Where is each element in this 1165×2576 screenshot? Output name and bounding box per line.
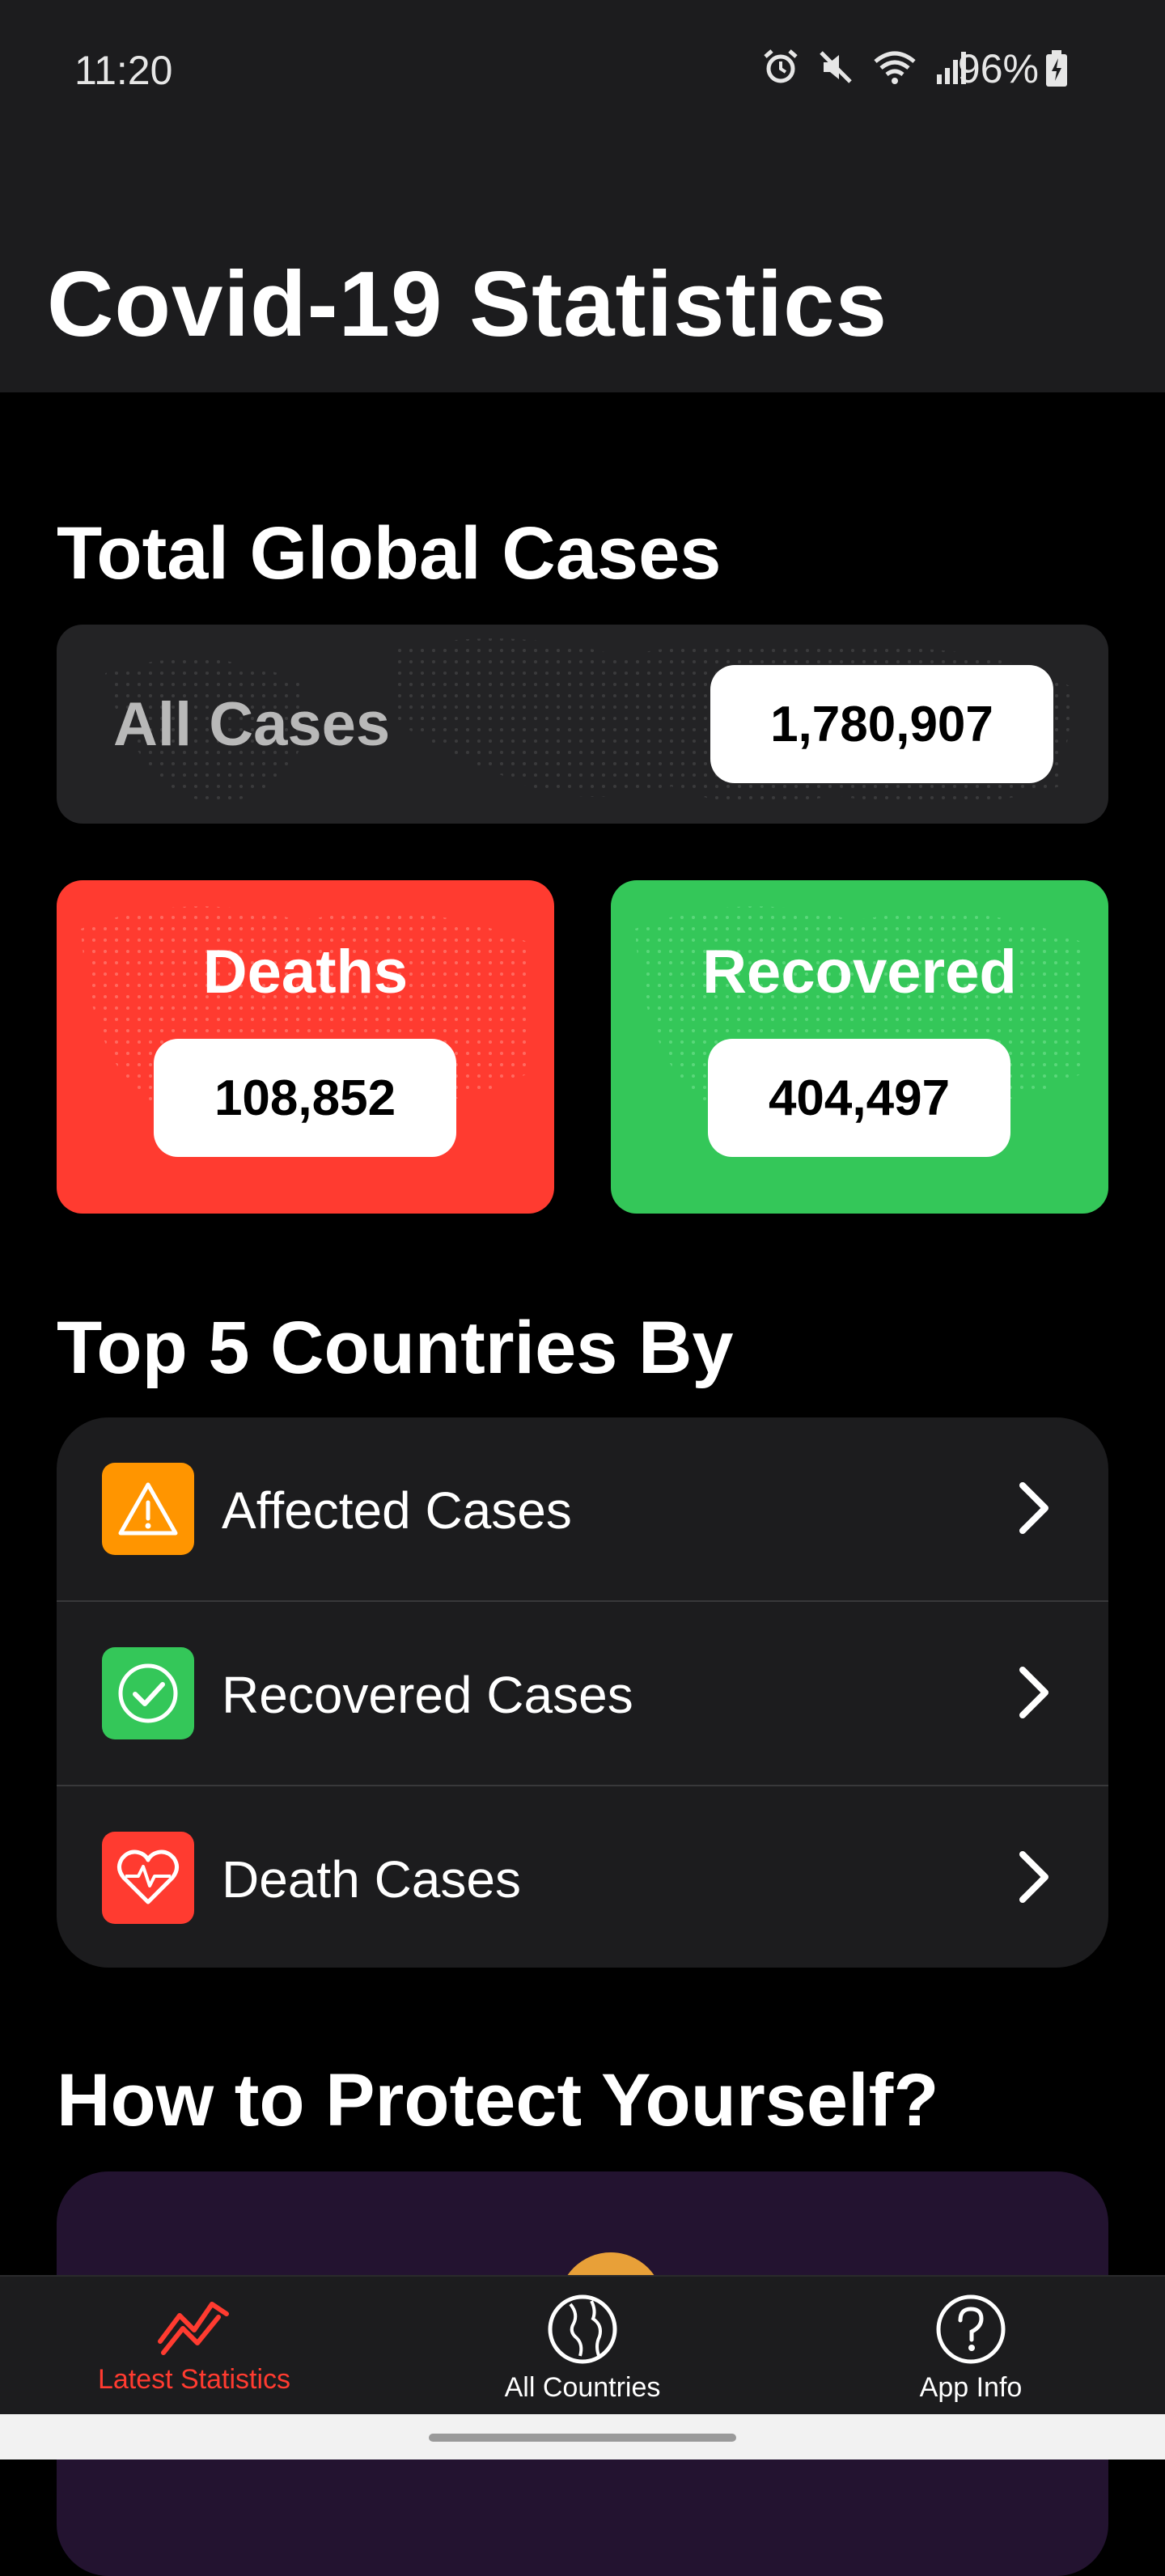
- chevron-right-icon: [1019, 1851, 1048, 1903]
- tab-label: Latest Statistics: [97, 2364, 291, 2395]
- heart-pulse-icon: [102, 1832, 194, 1924]
- all-cases-value: 1,780,907: [710, 665, 1053, 783]
- tab-bar: Latest Statistics All Countries App Info: [0, 2275, 1165, 2416]
- deaths-label: Deaths: [202, 938, 409, 1006]
- mute-icon: [820, 51, 852, 83]
- recovered-label: Recovered: [702, 938, 1017, 1006]
- tab-label: App Info: [919, 2372, 1023, 2403]
- home-indicator-area: [0, 2414, 1165, 2459]
- top5-item-deaths[interactable]: Death Cases: [57, 1786, 1108, 1968]
- page-title: Covid-19 Statistics: [47, 253, 888, 356]
- list-item-label: Death Cases: [222, 1850, 521, 1909]
- chart-line-icon: [158, 2302, 229, 2355]
- status-time: 11:20: [74, 48, 173, 93]
- top5-list: Affected Cases Recovered Cases Death Cas…: [57, 1417, 1108, 1968]
- wifi-icon: [874, 51, 916, 84]
- list-item-label: Recovered Cases: [222, 1666, 633, 1724]
- chevron-right-icon: [1019, 1482, 1048, 1534]
- home-indicator[interactable]: [429, 2434, 736, 2442]
- alarm-icon: [764, 49, 798, 83]
- protect-section-title: How to Protect Yourself?: [57, 2059, 939, 2142]
- battery-charging-icon: [1046, 50, 1067, 87]
- list-item-label: Affected Cases: [222, 1481, 572, 1540]
- warning-icon: [102, 1463, 194, 1555]
- recovered-value: 404,497: [708, 1039, 1010, 1157]
- tab-app-info[interactable]: App Info: [841, 2277, 1100, 2416]
- status-bar: 11:20 96%: [0, 0, 1165, 121]
- battery-status: 96%: [958, 45, 1068, 92]
- check-circle-icon: [102, 1647, 194, 1739]
- question-icon: [936, 2294, 1006, 2364]
- all-cases-card[interactable]: All Cases 1,780,907: [57, 625, 1108, 824]
- globe-icon: [548, 2294, 617, 2364]
- deaths-card[interactable]: Deaths 108,852: [57, 880, 554, 1214]
- top5-section-title: Top 5 Countries By: [57, 1307, 734, 1389]
- tab-latest-statistics[interactable]: Latest Statistics: [65, 2277, 324, 2416]
- top5-item-recovered[interactable]: Recovered Cases: [57, 1602, 1108, 1785]
- tab-label: All Countries: [504, 2372, 661, 2403]
- battery-percent: 96%: [957, 46, 1039, 91]
- tab-all-countries[interactable]: All Countries: [453, 2277, 712, 2416]
- deaths-value: 108,852: [154, 1039, 456, 1157]
- top5-item-affected[interactable]: Affected Cases: [57, 1417, 1108, 1600]
- chevron-right-icon: [1019, 1667, 1048, 1718]
- global-section-title: Total Global Cases: [57, 512, 722, 595]
- recovered-card[interactable]: Recovered 404,497: [611, 880, 1108, 1214]
- all-cases-label: All Cases: [113, 690, 391, 759]
- status-icons: [762, 49, 971, 86]
